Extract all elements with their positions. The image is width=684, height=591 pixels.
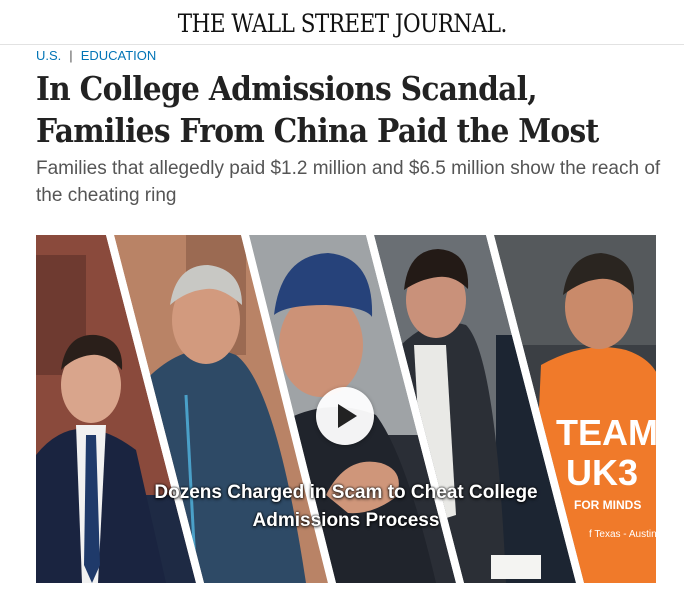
article-dek: Families that allegedly paid $1.2 millio… — [36, 158, 661, 206]
video-player[interactable]: TEAM UK3 FOR MINDS f Texas - Austin Doze… — [36, 235, 656, 583]
video-caption[interactable]: Dozens Charged in Scam to Cheat College … — [36, 479, 656, 535]
video-caption-line-1: Dozens Charged in Scam to Cheat College — [154, 482, 538, 503]
headline-line-2: Families From China Paid the Most — [36, 111, 599, 150]
shirt-text-1: TEAM — [556, 412, 656, 453]
breadcrumb-section-link[interactable]: U.S. — [36, 48, 61, 63]
breadcrumb-separator: | — [69, 48, 73, 63]
video-caption-line-2: Admissions Process — [252, 510, 440, 531]
wsj-logo[interactable]: THE WALL STREET JOURNAL. — [177, 9, 507, 38]
breadcrumb: U.S. | EDUCATION — [36, 48, 156, 63]
article-headline: In College Admissions Scandal, Families … — [36, 68, 676, 152]
masthead: THE WALL STREET JOURNAL. — [0, 0, 684, 45]
breadcrumb-subsection-link[interactable]: EDUCATION — [81, 48, 157, 63]
headline-line-1: In College Admissions Scandal, — [36, 69, 538, 108]
play-icon — [338, 404, 357, 428]
play-button[interactable] — [316, 387, 374, 445]
